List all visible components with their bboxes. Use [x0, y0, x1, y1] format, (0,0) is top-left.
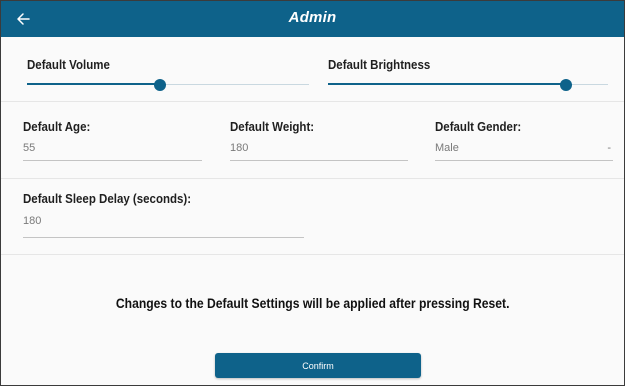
- volume-label: Default Volume: [27, 58, 110, 72]
- age-label: Default Age:: [23, 120, 91, 134]
- gender-select[interactable]: Male -: [435, 142, 613, 161]
- age-value: 55: [23, 142, 36, 154]
- sleep-delay-value: 180: [23, 215, 42, 227]
- brightness-fill: [328, 83, 566, 85]
- brightness-label: Default Brightness: [328, 58, 431, 72]
- brightness-thumb[interactable]: [560, 79, 572, 91]
- admin-screen: Admin Default Volume Default Brightness …: [0, 0, 625, 386]
- weight-underline: [230, 160, 408, 161]
- weight-field[interactable]: 180: [230, 142, 408, 161]
- reset-notice-text: Changes to the Default Settings will be …: [115, 296, 510, 311]
- profile-section: Default Age: 55 Default Weight: 180 Defa…: [1, 102, 624, 178]
- gender-underline: [435, 160, 613, 161]
- age-underline: [23, 160, 202, 161]
- divider: [1, 254, 624, 255]
- gender-label: Default Gender:: [435, 120, 522, 134]
- gender-value: Male: [435, 142, 459, 154]
- confirm-button[interactable]: Confirm: [215, 353, 421, 378]
- sleep-delay-field[interactable]: 180: [23, 215, 304, 238]
- weight-label: Default Weight:: [230, 120, 315, 134]
- app-bar: Admin: [1, 1, 624, 37]
- page-title: Admin: [288, 9, 337, 26]
- reset-notice: Changes to the Default Settings will be …: [1, 296, 624, 311]
- sleep-delay-underline: [23, 237, 304, 238]
- age-field[interactable]: 55: [23, 142, 202, 161]
- dropdown-caret-icon: -: [607, 142, 611, 154]
- weight-value: 180: [230, 142, 249, 154]
- brightness-slider[interactable]: [328, 77, 608, 93]
- slider-section: Default Volume Default Brightness: [1, 37, 624, 101]
- volume-thumb[interactable]: [153, 79, 166, 91]
- volume-slider[interactable]: [27, 77, 309, 93]
- volume-fill: [27, 83, 160, 85]
- sleep-delay-label: Default Sleep Delay (seconds):: [23, 192, 192, 206]
- sleep-section: Default Sleep Delay (seconds): 180: [1, 179, 624, 254]
